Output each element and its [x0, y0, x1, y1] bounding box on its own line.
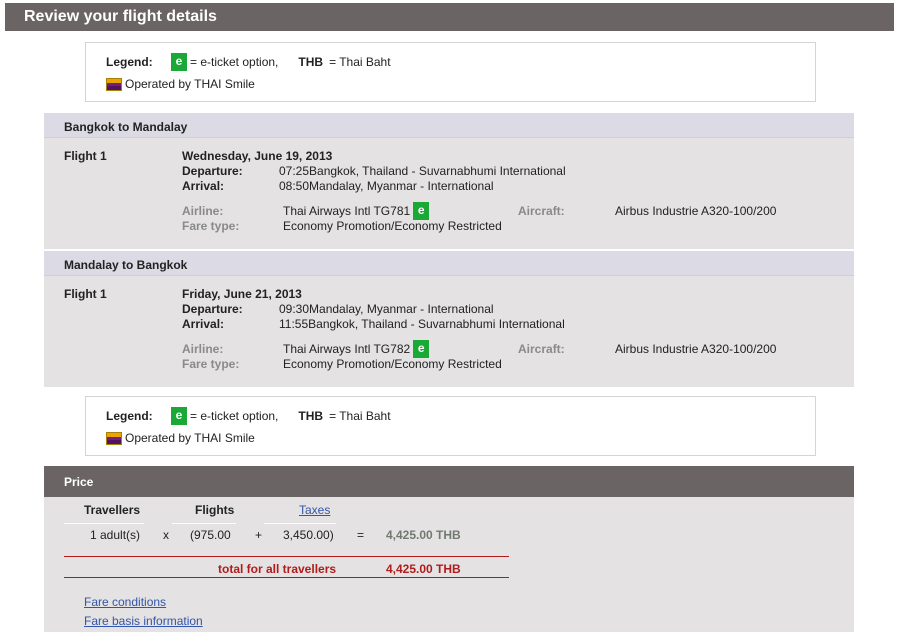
arrival-label: Arrival: [182, 317, 225, 331]
total-label: total for all travellers [218, 562, 337, 576]
fare-conditions-link[interactable]: Fare conditions [84, 595, 166, 609]
total-amount: 4,425.00 THB [386, 562, 461, 576]
thai-smile-logo-icon [106, 77, 122, 91]
legend-box-top: Legend: e = e-ticket option, THB = Thai … [85, 42, 816, 102]
legend-operated-by: Operated by THAI Smile [125, 77, 255, 91]
equals-sign: = [357, 528, 365, 542]
departure-label: Departure: [182, 164, 243, 178]
flight-date: Friday, June 21, 2013 [182, 287, 302, 301]
legend-thb-text: = Thai Baht [329, 55, 391, 69]
airline-label: Airline: [182, 204, 224, 218]
eticket-icon: e [171, 53, 187, 71]
legend-label: Legend: [106, 55, 153, 69]
price-table: Travellers Flights Taxes 1 adult(s) x (9… [44, 497, 854, 632]
flight-details-return: Flight 1 Friday, June 21, 2013 Departure… [44, 276, 854, 387]
thai-smile-logo-icon [106, 431, 122, 445]
departure-label: Departure: [182, 302, 243, 316]
tax-amount: 3,450.00) [283, 528, 334, 542]
travellers-count: 1 adult(s) [90, 528, 141, 542]
taxes-link[interactable]: Taxes [299, 503, 330, 517]
legend-eticket-text: = e-ticket option, [190, 55, 279, 69]
legend-thb-abbr: THB [298, 55, 324, 69]
divider [264, 523, 336, 524]
aircraft-label: Aircraft: [518, 204, 565, 218]
arrival-value: 08:50Mandalay, Myanmar - International [279, 179, 494, 193]
flights-column-header: Flights [195, 503, 235, 517]
legend-row: Legend: e = e-ticket option, THB = Thai … [106, 407, 391, 425]
legend-thb-abbr: THB [298, 409, 324, 423]
divider [64, 523, 144, 524]
travellers-column-header: Travellers [84, 503, 141, 517]
flight-date: Wednesday, June 19, 2013 [182, 149, 333, 163]
legend-eticket-text: = e-ticket option, [190, 409, 279, 423]
legend-thb-text: = Thai Baht [329, 409, 391, 423]
departure-value: 07:25Bangkok, Thailand - Suvarnabhumi In… [279, 164, 566, 178]
plus-sign: + [255, 528, 263, 542]
departure-value: 09:30Mandalay, Myanmar - International [279, 302, 494, 316]
airline-value: Thai Airways Intl TG782 e [283, 340, 430, 358]
price-header: Price [44, 466, 854, 497]
fare-basis-link[interactable]: Fare basis information [84, 614, 203, 628]
multiply-sign: x [163, 528, 169, 542]
aircraft-label: Aircraft: [518, 342, 565, 356]
divider [64, 556, 509, 557]
flight-segments: Bangkok to Mandalay Flight 1 Wednesday, … [44, 113, 854, 387]
legend-operator-row: Operated by THAI Smile [106, 76, 255, 92]
fare-type-value: Economy Promotion/Economy Restricted [283, 219, 502, 233]
arrival-value: 11:55Bangkok, Thailand - Suvarnabhumi In… [279, 317, 565, 331]
legend-row: Legend: e = e-ticket option, THB = Thai … [106, 53, 391, 71]
fare-type-label: Fare type: [182, 357, 240, 371]
divider [64, 577, 509, 578]
route-header-return: Mandalay to Bangkok [44, 251, 854, 276]
flight-details-outbound: Flight 1 Wednesday, June 19, 2013 Depart… [44, 138, 854, 249]
page-title: Review your flight details [5, 3, 894, 31]
airline-name: Thai Airways Intl TG782 [283, 342, 411, 356]
subtotal-amount: 4,425.00 THB [386, 528, 461, 542]
airline-label: Airline: [182, 342, 224, 356]
airline-value: Thai Airways Intl TG781 e [283, 202, 430, 220]
fare-type-label: Fare type: [182, 219, 240, 233]
divider [172, 523, 236, 524]
route-header-outbound: Bangkok to Mandalay [44, 113, 854, 138]
legend-operated-by: Operated by THAI Smile [125, 431, 255, 445]
legend-operator-row: Operated by THAI Smile [106, 430, 255, 446]
flight-number: Flight 1 [64, 287, 107, 301]
aircraft-value: Airbus Industrie A320-100/200 [615, 342, 777, 356]
legend-label: Legend: [106, 409, 153, 423]
airline-name: Thai Airways Intl TG781 [283, 204, 411, 218]
fare-amount: (975.00 [190, 528, 231, 542]
legend-box-bottom: Legend: e = e-ticket option, THB = Thai … [85, 396, 816, 456]
arrival-label: Arrival: [182, 179, 225, 193]
flight-number: Flight 1 [64, 149, 107, 163]
fare-type-value: Economy Promotion/Economy Restricted [283, 357, 502, 371]
eticket-icon: e [413, 202, 430, 220]
eticket-icon: e [171, 407, 187, 425]
aircraft-value: Airbus Industrie A320-100/200 [615, 204, 777, 218]
eticket-icon: e [413, 340, 430, 358]
